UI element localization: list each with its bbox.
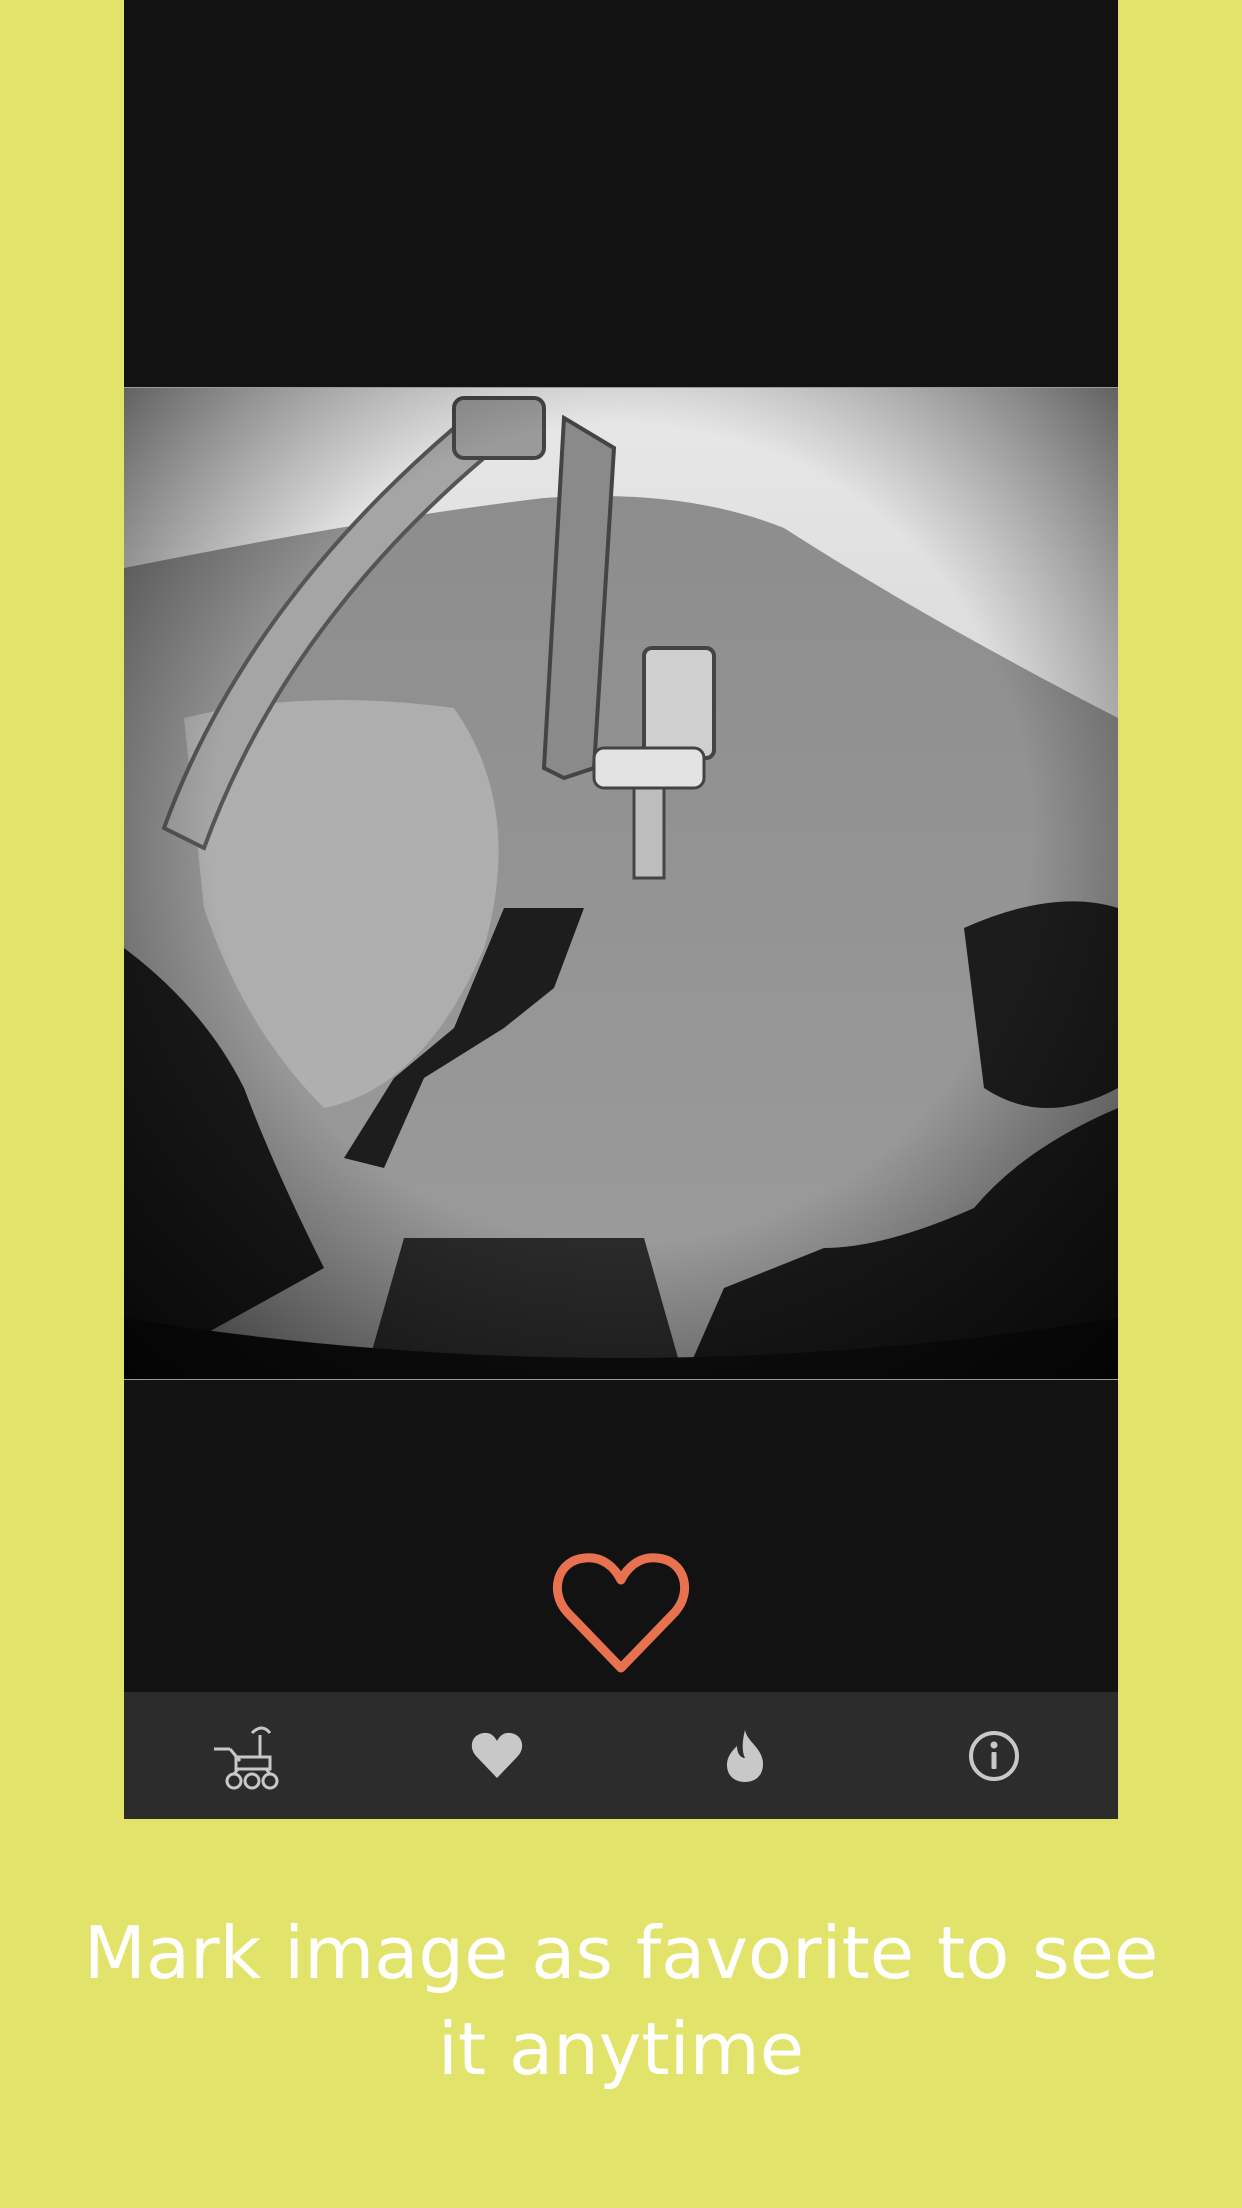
favorite-heart-icon[interactable] [551,1548,691,1678]
onboarding-caption: Mark image as favorite to see it anytime [83,1911,1159,2091]
rover-photo[interactable] [124,387,1118,1380]
flame-icon [727,1729,764,1782]
tab-info[interactable] [870,1692,1119,1819]
tab-rover[interactable] [124,1692,373,1819]
heart-icon [471,1732,522,1778]
rover-icon [214,1726,279,1789]
rover-photo-image [124,388,1118,1379]
info-icon [968,1730,1019,1781]
tab-favorites[interactable] [373,1692,622,1819]
tab-popular[interactable] [621,1692,870,1819]
app-screen [124,0,1118,1819]
bottom-tab-bar [124,1692,1118,1819]
